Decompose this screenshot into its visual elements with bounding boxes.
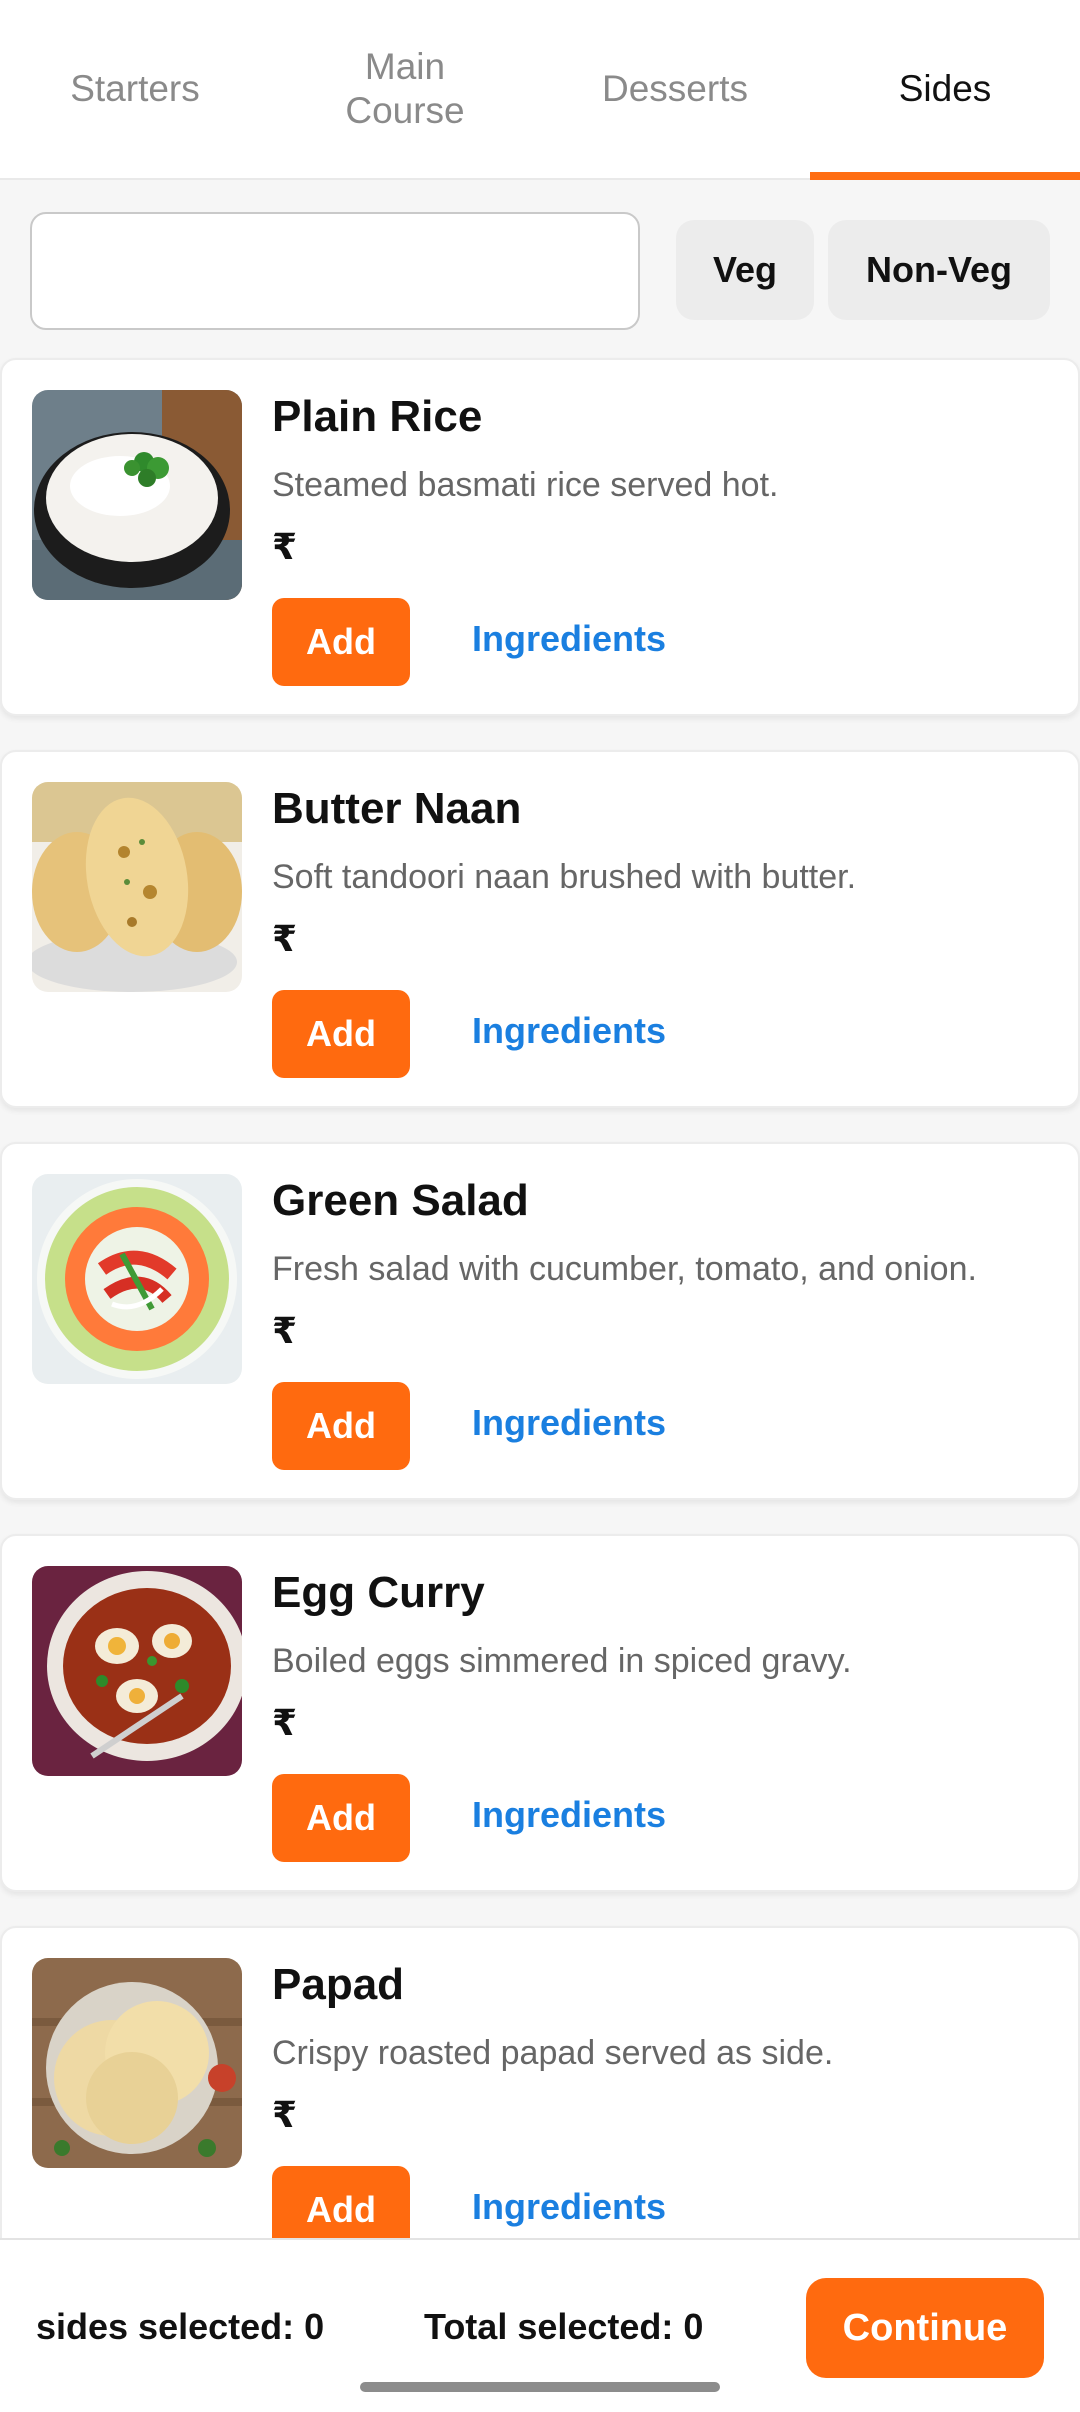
item-price: ₹ xyxy=(272,918,298,959)
home-indicator[interactable] xyxy=(360,2382,720,2392)
add-button[interactable]: Add xyxy=(272,1382,410,1470)
filter-bar: Veg Non-Veg xyxy=(0,200,1080,340)
app-screen: Starters Main Course Desserts Sides Veg … xyxy=(0,0,1080,2412)
tab-desserts[interactable]: Desserts xyxy=(540,0,810,178)
total-selected-count: Total selected: 0 xyxy=(424,2306,704,2347)
item-price: ₹ xyxy=(272,2094,298,2135)
tab-label: Starters xyxy=(70,68,200,109)
add-button[interactable]: Add xyxy=(272,598,410,686)
menu-item-card: Butter Naan Soft tandoori naan brushed w… xyxy=(0,750,1080,1108)
item-name: Egg Curry xyxy=(272,1568,485,1617)
add-button[interactable]: Add xyxy=(272,1774,410,1862)
menu-item-card: Green Salad Fresh salad with cucumber, t… xyxy=(0,1142,1080,1500)
menu-item-list: Plain Rice Steamed basmati rice served h… xyxy=(0,358,1080,2318)
ingredients-link[interactable]: Ingredients xyxy=(472,1010,666,1052)
item-description: Fresh salad with cucumber, tomato, and o… xyxy=(272,1250,977,1288)
continue-button[interactable]: Continue xyxy=(806,2278,1044,2378)
sides-selected-count: sides selected: 0 xyxy=(36,2306,325,2347)
menu-item-card: Plain Rice Steamed basmati rice served h… xyxy=(0,358,1080,716)
item-price: ₹ xyxy=(272,1702,298,1743)
ingredients-link[interactable]: Ingredients xyxy=(472,1794,666,1836)
add-button[interactable]: Add xyxy=(272,990,410,1078)
item-price: ₹ xyxy=(272,526,298,567)
item-description: Boiled eggs simmered in spiced gravy. xyxy=(272,1642,852,1680)
ingredients-link[interactable]: Ingredients xyxy=(472,2186,666,2228)
salad-image xyxy=(32,1174,242,1384)
tab-starters[interactable]: Starters xyxy=(0,0,270,178)
naan-image xyxy=(32,782,242,992)
item-description: Steamed basmati rice served hot. xyxy=(272,466,779,504)
menu-item-card: Papad Crispy roasted papad served as sid… xyxy=(0,1926,1080,2284)
selection-footer: sides selected: 0 Total selected: 0 Cont… xyxy=(0,2238,1080,2412)
item-name: Papad xyxy=(272,1960,405,2009)
tab-sides[interactable]: Sides xyxy=(810,0,1080,180)
item-name: Green Salad xyxy=(272,1176,529,1225)
egg-curry-image xyxy=(32,1566,242,1776)
item-description: Crispy roasted papad served as side. xyxy=(272,2034,834,2072)
item-price: ₹ xyxy=(272,1310,298,1351)
ingredients-link[interactable]: Ingredients xyxy=(472,1402,666,1444)
tab-label: Sides xyxy=(898,68,992,109)
nonveg-filter-button[interactable]: Non-Veg xyxy=(828,220,1050,320)
menu-item-card: Egg Curry Boiled eggs simmered in spiced… xyxy=(0,1534,1080,1892)
veg-filter-button[interactable]: Veg xyxy=(676,220,814,320)
tab-label: Main Course xyxy=(345,46,465,131)
item-name: Butter Naan xyxy=(272,784,522,833)
category-tabs: Starters Main Course Desserts Sides xyxy=(0,0,1080,180)
item-description: Soft tandoori naan brushed with butter. xyxy=(272,858,857,896)
tab-label: Desserts xyxy=(602,68,748,109)
search-input[interactable] xyxy=(30,212,640,330)
papad-image xyxy=(32,1958,242,2168)
rice-bowl-image xyxy=(32,390,242,600)
ingredients-link[interactable]: Ingredients xyxy=(472,618,666,660)
tab-main-course[interactable]: Main Course xyxy=(270,0,540,178)
item-name: Plain Rice xyxy=(272,392,483,441)
